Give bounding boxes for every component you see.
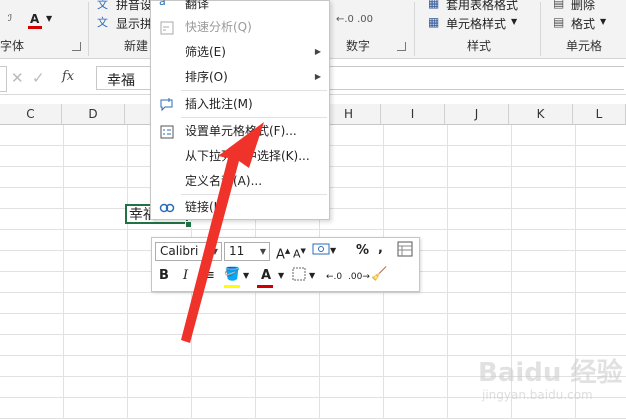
submenu-arrow-icon: ▶ xyxy=(314,47,321,56)
font-dialog-launcher[interactable] xyxy=(72,42,81,51)
cells-group-label: 单元格 xyxy=(566,39,603,53)
font-name-value: Calibri xyxy=(160,244,199,258)
delete-button[interactable]: 删除 xyxy=(571,0,595,13)
number-dialog-launcher[interactable] xyxy=(397,42,406,51)
column-header-i[interactable]: I xyxy=(381,104,445,124)
column-header-l[interactable]: L xyxy=(573,104,626,124)
accounting-format-icon[interactable] xyxy=(312,241,330,263)
mini-toolbar: Calibri ▼ 11 ▼ A▲ A▼ ▼ % , B I ≡ 🪣 ▼ A ▼… xyxy=(151,237,420,292)
menu-item-label: 排序(O) xyxy=(185,70,228,84)
show-pinyin-button[interactable]: 显示拼 xyxy=(116,15,152,32)
chevron-down-icon[interactable]: ▼ xyxy=(46,14,52,23)
chevron-down-icon[interactable]: ▼ xyxy=(309,267,315,285)
translate-icon: a xyxy=(159,0,166,8)
menu-item-translate[interactable]: a 翻译 xyxy=(151,0,329,11)
percent-style-button[interactable]: % xyxy=(356,242,369,260)
fill-color-icon[interactable]: 🪣 xyxy=(224,266,240,284)
divider xyxy=(540,2,541,56)
new-group-label: 新建 xyxy=(124,39,149,53)
font-color-icon[interactable]: A xyxy=(261,267,271,285)
format-cells-icon xyxy=(159,123,175,139)
cancel-icon[interactable]: ✕ xyxy=(11,69,24,87)
font-color-swatch xyxy=(257,285,273,288)
column-header-d[interactable]: D xyxy=(62,104,125,124)
quick-analysis-icon xyxy=(159,19,175,35)
comment-icon xyxy=(159,96,175,112)
table-format-icon: ▦ xyxy=(428,0,440,10)
increase-decimal-icon[interactable]: ←.0 xyxy=(326,268,342,286)
context-menu: a 翻译 快速分析(Q) 筛选(E) ▶ 排序(O) ▶ 插入批注(M) 设置单… xyxy=(150,0,330,220)
decrease-font-icon[interactable]: A▼ xyxy=(293,242,306,264)
italic-button[interactable]: ℐ xyxy=(8,14,12,24)
fill-color-swatch xyxy=(224,285,240,288)
font-size-value: 11 xyxy=(229,244,245,258)
format-painter-table-icon[interactable] xyxy=(397,241,413,263)
menu-item-label: 插入批注(M) xyxy=(185,97,253,111)
insert-function-button[interactable]: fx xyxy=(62,69,74,84)
chevron-down-icon: ▼ xyxy=(259,247,266,256)
bold-button[interactable]: B xyxy=(159,267,169,285)
name-box[interactable] xyxy=(0,66,7,92)
column-header-c[interactable]: C xyxy=(0,104,62,124)
italic-button[interactable]: I xyxy=(183,267,188,285)
chevron-down-icon: ▼ xyxy=(211,247,218,256)
comma-style-button[interactable]: , xyxy=(378,240,383,258)
menu-item-define-name[interactable]: 定义名称(A)... xyxy=(151,168,329,194)
watermark: Baidu 经验 xyxy=(478,358,623,388)
chevron-down-icon[interactable]: ▼ xyxy=(511,17,517,26)
table-style-button[interactable]: 套用表格格式 xyxy=(446,0,518,13)
menu-item-label: 定义名称(A)... xyxy=(185,174,263,188)
format-button[interactable]: 格式 xyxy=(571,15,595,32)
chevron-down-icon[interactable]: ▼ xyxy=(330,242,336,260)
decrease-decimal-icon[interactable]: .00→ xyxy=(348,268,370,286)
increase-font-icon[interactable]: A▲ xyxy=(276,242,290,264)
submenu-arrow-icon: ▶ xyxy=(314,72,321,81)
font-size-select[interactable]: 11 ▼ xyxy=(224,242,270,261)
borders-icon[interactable] xyxy=(292,267,306,287)
menu-item-link[interactable]: 链接(I) xyxy=(151,194,329,220)
cell-style-icon: ▦ xyxy=(428,15,440,29)
link-icon xyxy=(159,199,175,215)
divider xyxy=(414,2,415,56)
menu-item-insert-comment[interactable]: 插入批注(M) xyxy=(151,91,329,117)
divider xyxy=(88,2,89,56)
styles-group-label: 样式 xyxy=(467,39,492,53)
column-header-j[interactable]: J xyxy=(445,104,509,124)
cell-style-button[interactable]: 单元格样式 xyxy=(446,15,506,32)
align-center-icon[interactable]: ≡ xyxy=(204,267,215,285)
font-color-swatch xyxy=(28,26,42,29)
delete-icon: ▤ xyxy=(553,0,565,10)
column-header-k[interactable]: K xyxy=(509,104,573,124)
enter-icon[interactable]: ✓ xyxy=(32,69,45,87)
increase-decimal-icon[interactable]: ←.0 .00 xyxy=(336,14,373,25)
menu-item-format-cells[interactable]: 设置单元格格式(F)... xyxy=(151,118,329,144)
menu-item-pick-from-list[interactable]: 从下拉列表中选择(K)... xyxy=(151,143,329,169)
font-name-select[interactable]: Calibri ▼ xyxy=(155,242,222,261)
chevron-down-icon[interactable]: ▼ xyxy=(600,17,606,26)
menu-item-label: 链接(I) xyxy=(185,200,222,214)
pinyin-icon: 文 xyxy=(97,0,108,11)
clear-format-icon[interactable]: 🧹 xyxy=(371,266,387,284)
menu-item-sort[interactable]: 排序(O) ▶ xyxy=(151,64,329,90)
number-group-label: 数字 xyxy=(346,39,371,53)
menu-item-label: 快速分析(Q) xyxy=(185,20,252,34)
menu-item-label: 设置单元格格式(F)... xyxy=(185,124,297,138)
font-group-label: 字体 xyxy=(0,39,25,53)
watermark-sub: jingyan.baidu.com xyxy=(482,388,593,402)
fill-handle[interactable] xyxy=(185,221,192,228)
menu-item-quick-analysis[interactable]: 快速分析(Q) xyxy=(151,14,329,40)
menu-item-label: 从下拉列表中选择(K)... xyxy=(185,149,310,163)
format-icon: ▤ xyxy=(553,15,565,29)
menu-item-label: 筛选(E) xyxy=(185,45,226,59)
menu-item-label: 翻译 xyxy=(185,0,210,11)
chevron-down-icon[interactable]: ▼ xyxy=(243,267,249,285)
show-pinyin-icon: 文 xyxy=(97,16,108,29)
font-color-button[interactable]: A xyxy=(30,12,39,26)
pinyin-button[interactable]: 拼音设 xyxy=(116,0,152,13)
menu-item-filter[interactable]: 筛选(E) ▶ xyxy=(151,39,329,65)
chevron-down-icon[interactable]: ▼ xyxy=(278,267,284,285)
